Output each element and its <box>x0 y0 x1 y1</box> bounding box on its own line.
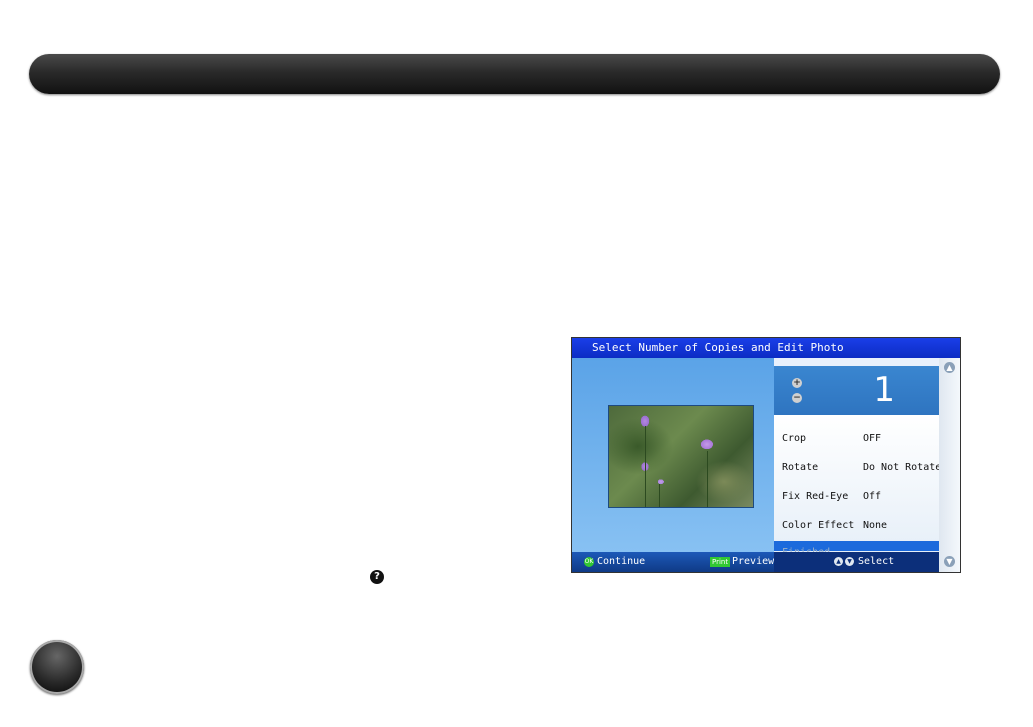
select-label: Select <box>858 556 895 567</box>
print-badge: Print <box>710 557 731 567</box>
menu-item-value: None <box>863 520 888 531</box>
menu-item-color-effect[interactable]: Color Effect None <box>782 516 942 536</box>
scroll-up-icon[interactable]: ▲ <box>944 362 955 373</box>
edit-menu: Crop OFF Rotate Do Not Rotate Fix Red-Ey… <box>774 415 942 553</box>
menu-item-label: Crop <box>782 433 807 444</box>
menu-item-fix-red-eye[interactable]: Fix Red-Eye Off <box>782 487 942 507</box>
flower-stem <box>645 426 646 507</box>
up-down-icon: ▲ <box>834 557 843 566</box>
page-number-circle <box>30 640 84 694</box>
menu-item-rotate[interactable]: Rotate Do Not Rotate <box>782 458 942 478</box>
up-down-icon: ▼ <box>845 557 854 566</box>
header-bar <box>29 54 1000 94</box>
flower-stem <box>659 484 660 507</box>
photo-thumbnail <box>608 405 754 508</box>
menu-item-label: Fix Red-Eye <box>782 491 849 502</box>
ok-icon: OK <box>584 557 594 567</box>
menu-item-label: Color Effect <box>782 520 855 531</box>
continue-label: Continue <box>597 556 646 567</box>
help-icon: ? <box>370 570 384 584</box>
select-zone: ▲ ▼ Select <box>774 552 939 572</box>
menu-item-value: Off <box>863 491 882 502</box>
menu-item-crop[interactable]: Crop OFF <box>782 429 942 449</box>
button-guide-bar: OK Continue Print Preview ▲ ▼ Select <box>572 552 939 572</box>
copies-panel[interactable]: + − 1 <box>774 358 939 421</box>
scrollbar[interactable]: ▲ ▼ <box>939 358 960 572</box>
lcd-screen: Select Number of Copies and Edit Photo +… <box>571 337 961 573</box>
screen-title: Select Number of Copies and Edit Photo <box>572 338 960 358</box>
menu-item-value: OFF <box>863 433 882 444</box>
plus-icon[interactable]: + <box>792 378 802 388</box>
menu-item-label: Rotate <box>782 462 819 473</box>
minus-icon[interactable]: − <box>792 393 802 403</box>
menu-item-value: Do Not Rotate <box>863 462 942 473</box>
preview-label: Preview <box>732 556 775 567</box>
flower-stem <box>707 451 708 507</box>
scroll-down-icon[interactable]: ▼ <box>944 556 955 567</box>
copies-value: 1 <box>873 370 895 410</box>
